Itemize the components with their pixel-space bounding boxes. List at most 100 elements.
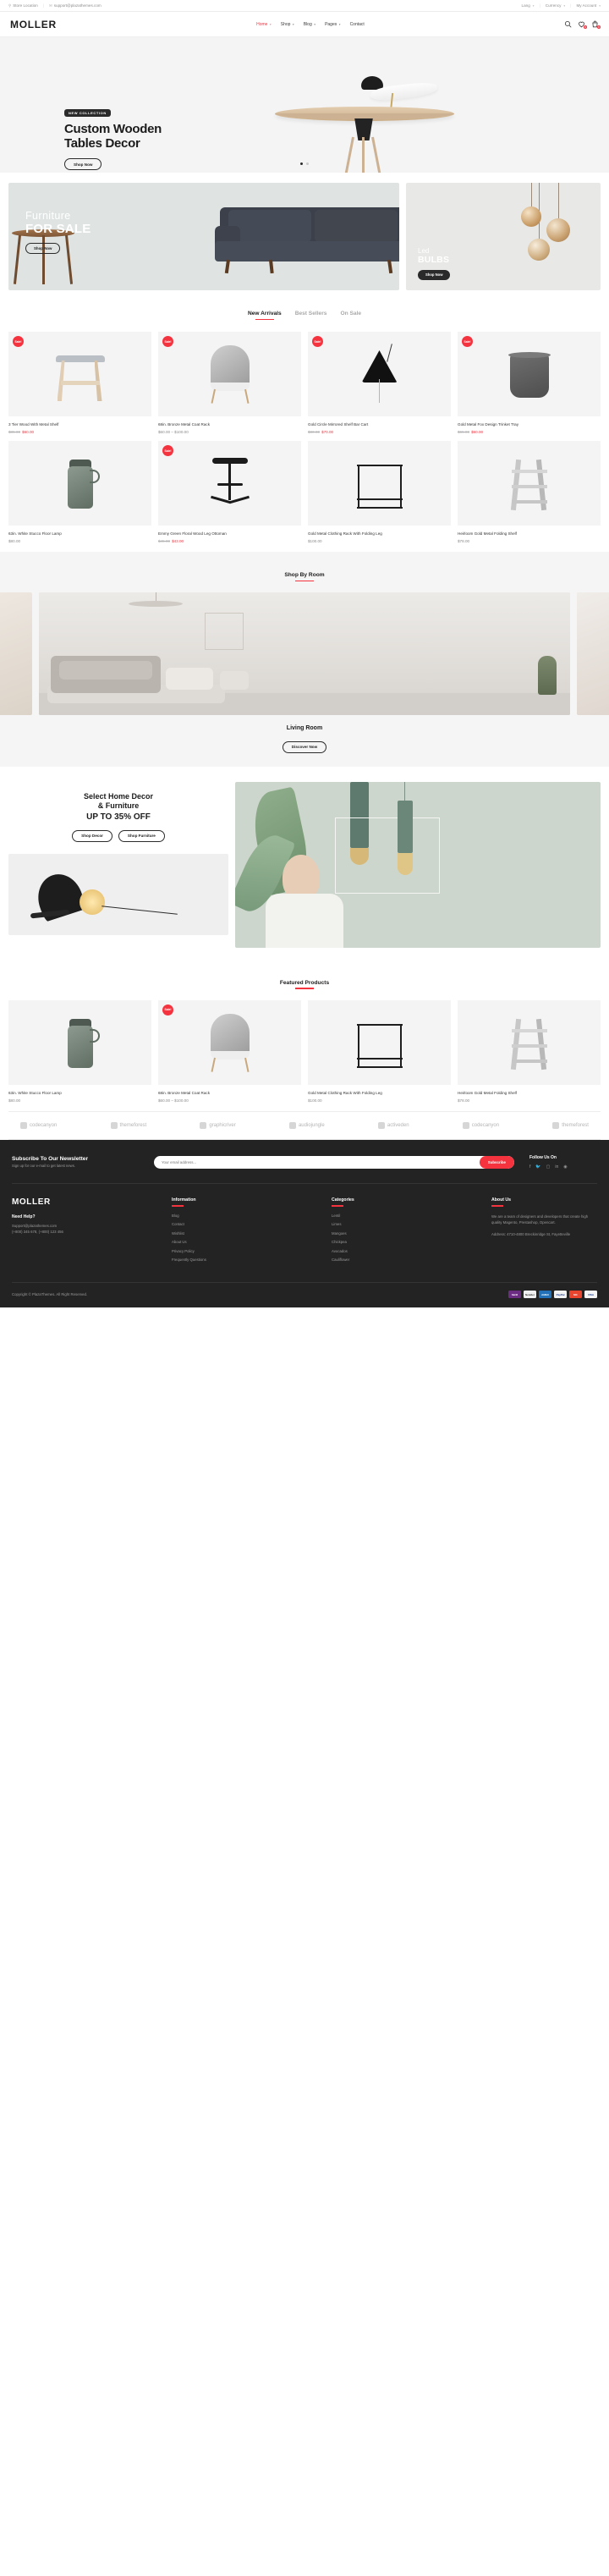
product-name[interactable]: Heirloom Gold Metal Folding Shelf	[458, 1090, 601, 1096]
product-name[interactable]: Emmy Green Floral Wood Leg Ottoman	[158, 531, 301, 537]
product-card[interactable]: 63in. White Stucco Floor Lamp $80.00	[8, 441, 151, 543]
brand-logo-activeden[interactable]: activeden	[377, 1121, 409, 1129]
nav-item-blog[interactable]: Blog ▾	[304, 22, 315, 27]
product-thumbnail[interactable]: Sale!	[308, 332, 451, 416]
footer-link[interactable]: Lentil	[332, 1214, 480, 1218]
rss-icon[interactable]: ◉	[563, 1164, 567, 1170]
brand-logo-codecanyon[interactable]: codecanyon	[20, 1121, 57, 1129]
search-icon[interactable]	[564, 20, 572, 28]
footer-columns: MOLLER Need Help? Support@plazathemes.co…	[12, 1184, 597, 1283]
shop-decor-button[interactable]: Shop Decor	[72, 829, 112, 842]
product-thumbnail[interactable]: Sale!	[458, 332, 601, 416]
product-thumbnail[interactable]	[8, 999, 151, 1085]
product-card[interactable]: Heirloom Gold Metal Folding Shelf $78.00	[458, 999, 601, 1103]
product-thumbnail[interactable]: Sale!	[158, 332, 301, 416]
brand-logo-audiojungle[interactable]: audiojungle	[288, 1121, 325, 1129]
instagram-icon[interactable]: ▢	[546, 1164, 551, 1170]
footer-link[interactable]: Limes	[332, 1222, 480, 1226]
product-card[interactable]: Gold Metal Clothing Rack With Folding Le…	[308, 999, 451, 1103]
language-selector[interactable]: Lang ▾	[522, 3, 535, 8]
shop-furniture-button[interactable]: Shop Furniture	[118, 829, 165, 842]
product-name[interactable]: 68in. Bronze Metal Coat Rack	[158, 1090, 301, 1096]
product-name[interactable]: 63in. White Stucco Floor Lamp	[8, 531, 151, 537]
product-name[interactable]: 3 Tier Wood With Metal Shelf	[8, 421, 151, 427]
footer-link[interactable]: Contact	[172, 1222, 320, 1226]
shop-by-room-title: Shop By Room	[284, 572, 324, 581]
product-name[interactable]: Gold Metal Clothing Rack With Folding Le…	[308, 531, 451, 537]
product-thumbnail[interactable]	[308, 441, 451, 526]
footer-support-email[interactable]: Support@plazathemes.com	[12, 1223, 160, 1230]
decor-lamp-image[interactable]	[8, 853, 228, 935]
product-thumbnail[interactable]: Sale!	[158, 441, 301, 526]
product-card[interactable]: Sale! Emmy Green Floral Wood Leg Ottoman $…	[158, 441, 301, 543]
currency-selector[interactable]: Currency ▾	[546, 3, 565, 8]
footer-link[interactable]: About Us	[172, 1240, 320, 1244]
footer-link[interactable]: Frequently Questions	[172, 1258, 320, 1262]
store-location-link[interactable]: ⚲ Store Location	[8, 3, 38, 8]
brand-logo-graphicriver[interactable]: graphicriver	[200, 1121, 236, 1129]
product-thumbnail[interactable]	[458, 441, 601, 526]
promo-banner-led-bulbs[interactable]: Led BULBS Shop Now	[406, 183, 601, 290]
linkedin-icon[interactable]: in	[555, 1164, 558, 1170]
nav-item-home[interactable]: Home ▾	[256, 22, 272, 27]
support-email-label: support@plazathemes.com	[53, 3, 102, 8]
footer-link[interactable]: Avocados	[332, 1249, 480, 1253]
twitter-icon[interactable]: 🐦	[535, 1164, 540, 1170]
product-name[interactable]: Gold Metal Fox Design Trinket Tray	[458, 421, 601, 427]
product-name[interactable]: 63in. White Stucco Floor Lamp	[8, 1090, 151, 1096]
decor-hero-image[interactable]	[235, 781, 601, 948]
nav-item-contact[interactable]: Contact	[350, 22, 365, 27]
support-email-link[interactable]: ✉ support@plazathemes.com	[49, 3, 102, 8]
tab-on-sale[interactable]: On Sale	[340, 311, 361, 320]
newsletter-subscribe-button[interactable]: Subscribe	[479, 1155, 514, 1169]
footer-link[interactable]: Chickpea	[332, 1240, 480, 1244]
promo-left-cta[interactable]: Shop Now	[25, 243, 61, 254]
nav-item-pages[interactable]: Pages ▾	[325, 22, 341, 27]
my-account-menu[interactable]: My Account ▾	[576, 3, 601, 8]
brand-logo-themeforest[interactable]: themeforest	[552, 1121, 589, 1129]
promo-banner-furniture[interactable]: Furniture FOR SALE Shop Now	[8, 183, 399, 290]
room-slide-living-room[interactable]	[39, 592, 570, 715]
footer-link[interactable]: Privacy Policy	[172, 1249, 320, 1253]
product-card[interactable]: Sale! 68in. Bronze Metal Coat Rack $60.00 …	[158, 999, 301, 1103]
product-name[interactable]: 68in. Bronze Metal Coat Rack	[158, 421, 301, 427]
product-card[interactable]: Sale! 68in. Bronze Metal Coat Rack $60.00 …	[158, 332, 301, 434]
promo-right-cta[interactable]: Shop Now	[418, 269, 451, 280]
wishlist-icon[interactable]: 0	[578, 20, 587, 29]
product-thumbnail[interactable]: Sale!	[8, 332, 151, 416]
hero-dot-2[interactable]	[306, 162, 310, 165]
product-name[interactable]: Gold Metal Clothing Rack With Folding Le…	[308, 1090, 451, 1096]
room-slide-next[interactable]	[577, 592, 609, 715]
tab-best-sellers[interactable]: Best Sellers	[295, 311, 327, 320]
product-name[interactable]: Heirloom Gold Metal Folding Shelf	[458, 531, 601, 537]
footer-link[interactable]: Cauliflower	[332, 1258, 480, 1262]
product-card[interactable]: Sale! Gold Circle Mirrored Shelf Bar Cart…	[308, 332, 451, 434]
cart-icon[interactable]: 0	[591, 20, 601, 29]
footer-link[interactable]: Wishlist	[172, 1231, 320, 1236]
product-thumbnail[interactable]	[308, 999, 451, 1085]
product-illustration	[200, 342, 260, 406]
room-slide-prev[interactable]	[0, 592, 32, 715]
product-card[interactable]: Heirloom Gold Metal Folding Shelf $78.00	[458, 441, 601, 543]
hero-dot-1[interactable]	[299, 162, 304, 165]
nav-item-shop[interactable]: Shop ▾	[281, 22, 294, 27]
product-card[interactable]: Sale! 3 Tier Wood With Metal Shelf $85.00 $…	[8, 332, 151, 434]
site-logo[interactable]: MOLLER	[10, 19, 57, 30]
room-discover-button[interactable]: Discover Now	[282, 740, 327, 753]
newsletter-email-input[interactable]	[154, 1159, 480, 1164]
product-card[interactable]: Gold Metal Clothing Rack With Folding Le…	[308, 441, 451, 543]
brand-logo-codecanyon[interactable]: codecanyon	[462, 1121, 499, 1129]
facebook-icon[interactable]: f	[529, 1164, 530, 1170]
product-thumbnail[interactable]	[458, 999, 601, 1085]
brand-logos-strip: codecanyon themeforest graphicriver audioju…	[8, 1110, 601, 1140]
product-thumbnail[interactable]: Sale!	[158, 999, 301, 1085]
brand-logo-themeforest[interactable]: themeforest	[110, 1121, 146, 1129]
product-name[interactable]: Gold Circle Mirrored Shelf Bar Cart	[308, 421, 451, 427]
footer-link[interactable]: Blog	[172, 1214, 320, 1218]
product-thumbnail[interactable]	[8, 441, 151, 526]
product-card[interactable]: 63in. White Stucco Floor Lamp $80.00	[8, 999, 151, 1103]
tab-new-arrivals[interactable]: New Arrivals	[248, 311, 282, 320]
bulbs-illustration	[509, 183, 594, 276]
footer-link[interactable]: Mangoes	[332, 1231, 480, 1236]
product-card[interactable]: Sale! Gold Metal Fox Design Trinket Tray $…	[458, 332, 601, 434]
